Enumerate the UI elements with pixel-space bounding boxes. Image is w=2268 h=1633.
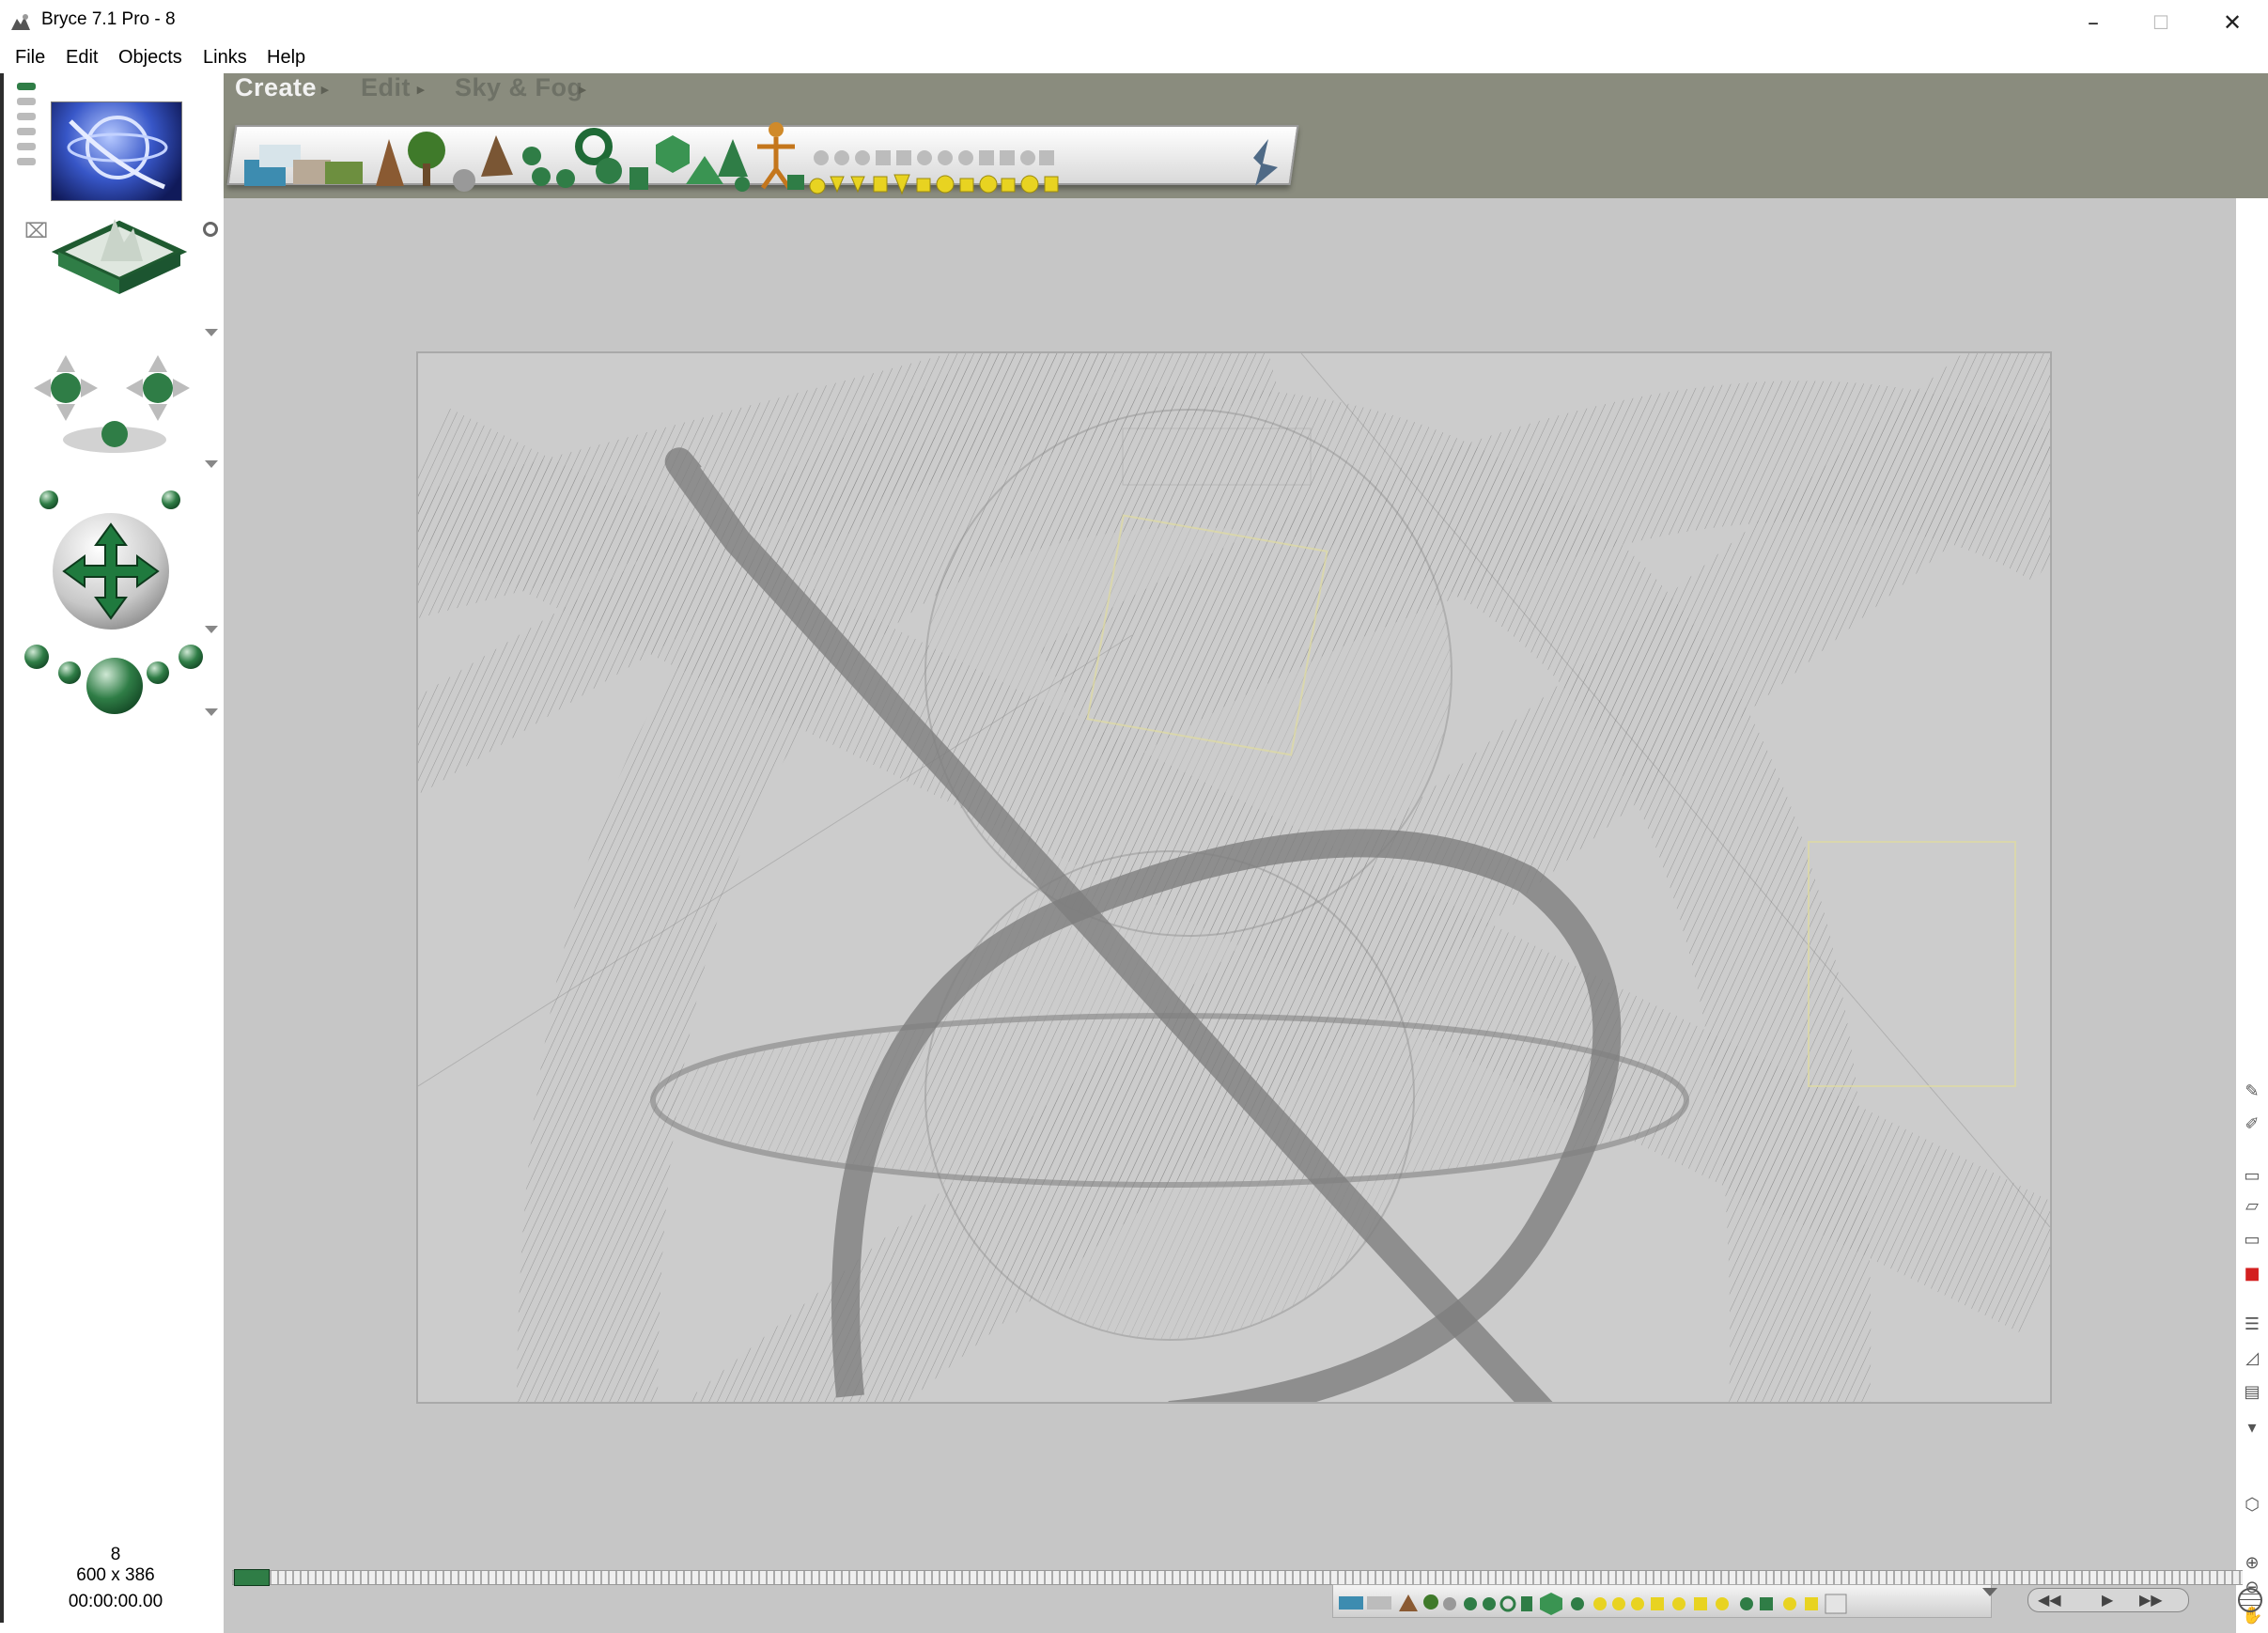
status-time: 00:00:00.00 [68, 1592, 163, 1611]
zoom-ball-4[interactable] [179, 645, 203, 669]
animation-controls[interactable]: ◀◀ ▶ ▶▶ [2027, 1588, 2189, 1612]
zoom-ball-3[interactable] [147, 661, 169, 684]
view-icon[interactable]: ▱ [2242, 1196, 2262, 1217]
menu-bar: File Edit Objects Links Help [0, 45, 2268, 73]
lightning-icon[interactable] [1253, 139, 1278, 186]
forward-icon[interactable]: ▶▶ [2139, 1591, 2163, 1609]
globe-icon[interactable] [2238, 1588, 2262, 1612]
record-icon[interactable]: ■ [2242, 1264, 2262, 1284]
view-memory-dots[interactable] [17, 83, 36, 195]
rewind-icon[interactable]: ◀◀ [2038, 1591, 2061, 1609]
tab-edit[interactable]: Edit [361, 73, 411, 102]
pencil-icon[interactable]: ✎ [2242, 1081, 2262, 1102]
terrain-plane-icon[interactable] [325, 162, 363, 184]
wireframe-icon[interactable]: ⬡ [2242, 1495, 2262, 1516]
trackball-dropdown-icon[interactable] [205, 460, 218, 468]
tab-sky-fog[interactable]: Sky & Fog [455, 73, 583, 102]
menu-file[interactable]: File [15, 47, 45, 69]
minimize-button[interactable]: – [2059, 0, 2127, 45]
primitive-yellow-icons[interactable] [809, 174, 1059, 195]
scale-icon[interactable]: ◿ [2242, 1348, 2262, 1369]
cylinder-icon[interactable] [629, 167, 648, 190]
preview-sphere-icon [67, 116, 168, 190]
right-toolbar: ✎ ✐ ▭ ▱ ▭ ■ ☰ ◿ ▤ ▾ ⬡ ⊕ ⊖ ✋ [2236, 198, 2268, 1633]
terrain-icon[interactable] [376, 139, 404, 186]
cube-icon[interactable] [656, 135, 690, 173]
selection-palette[interactable] [1332, 1584, 1992, 1618]
title-bar: Bryce 7.1 Pro - 8 – ☐ ✕ [0, 0, 2268, 46]
cone-icon[interactable] [718, 139, 748, 177]
camera-icon[interactable]: ▭ [2242, 1230, 2262, 1251]
tab-create-arrow-icon: ▸ [321, 82, 330, 98]
figure-icon[interactable] [769, 122, 784, 137]
play-icon[interactable]: ▶ [2102, 1591, 2113, 1609]
pan-left-ball[interactable] [39, 490, 58, 509]
symmetrical-lattice-icon[interactable] [481, 135, 513, 177]
wireframe-scene[interactable] [377, 275, 2109, 1535]
metaball-icon[interactable] [522, 147, 541, 165]
ring-ellipse[interactable] [650, 1013, 1689, 1188]
camera-viewport[interactable] [377, 275, 2109, 1535]
square-plane-icon[interactable] [787, 175, 804, 190]
pan-right-ball[interactable] [162, 490, 180, 509]
cross-trackball-dropdown-icon[interactable] [205, 626, 218, 633]
bryce-app-icon [11, 14, 30, 30]
timeline-scrubber[interactable] [234, 1569, 270, 1586]
pyramid-icon[interactable] [686, 156, 723, 184]
monitor-icon[interactable]: ▾ [2242, 1418, 2262, 1439]
disk-icon[interactable] [735, 177, 750, 192]
brush-icon[interactable]: ✐ [2242, 1114, 2262, 1135]
maximize-button[interactable]: ☐ [2127, 0, 2195, 45]
nano-preview[interactable] [51, 101, 182, 201]
left-control-panel: ⌧ 8 600 x 386 00:00:00.00 [0, 73, 224, 1623]
zoom-ball-main[interactable] [86, 658, 143, 714]
menu-objects[interactable]: Objects [118, 47, 182, 69]
menu-edit[interactable]: Edit [66, 47, 98, 69]
selection-object-icons [1339, 1593, 1847, 1615]
status-frame: 8 [110, 1545, 121, 1564]
camera-cross-trackball[interactable] [53, 513, 169, 630]
view-dropdown-icon[interactable] [205, 329, 218, 336]
menu-links[interactable]: Links [203, 47, 247, 69]
tab-sky-fog-arrow-icon: ▸ [579, 82, 587, 98]
zoom-ball-1[interactable] [24, 645, 49, 669]
four-arrows-icon [62, 522, 160, 620]
menu-help[interactable]: Help [267, 47, 305, 69]
zoom-ball-2[interactable] [58, 661, 81, 684]
render-icon[interactable]: ▭ [2242, 1166, 2262, 1187]
camera-trackball-icon[interactable] [17, 346, 205, 468]
create-toolbar-objects [244, 122, 1278, 195]
sphere-icon[interactable] [556, 169, 575, 188]
animation-timeline[interactable] [232, 1569, 2243, 1586]
render-canvas[interactable] [224, 198, 2236, 1633]
view-control-cube-icon[interactable] [49, 214, 190, 308]
close-button[interactable]: ✕ [2198, 0, 2266, 45]
zoom-dropdown-icon[interactable] [205, 708, 218, 716]
tab-edit-arrow-icon: ▸ [417, 82, 426, 98]
torus-icon[interactable] [575, 128, 613, 165]
bars-icon[interactable]: ▤ [2242, 1382, 2262, 1403]
rock-icon[interactable] [453, 169, 475, 192]
preview-options-icon[interactable] [203, 222, 218, 237]
tab-create[interactable]: Create [235, 73, 317, 102]
zoom-in-icon[interactable]: ⊕ [2242, 1553, 2262, 1574]
workspace: Create ▸ Edit ▸ Sky & Fog ▸ ✎ ✐ ▭ ▱ ▭ ■ … [224, 73, 2268, 1633]
view-control-icon[interactable]: ⌧ [24, 222, 48, 242]
status-resolution: 600 x 386 [76, 1565, 155, 1585]
light-icons[interactable] [814, 150, 1054, 165]
list-icon[interactable]: ☰ [2242, 1314, 2262, 1335]
window-title: Bryce 7.1 Pro - 8 [41, 9, 176, 29]
selection-dropdown-icon[interactable] [1982, 1588, 1997, 1596]
